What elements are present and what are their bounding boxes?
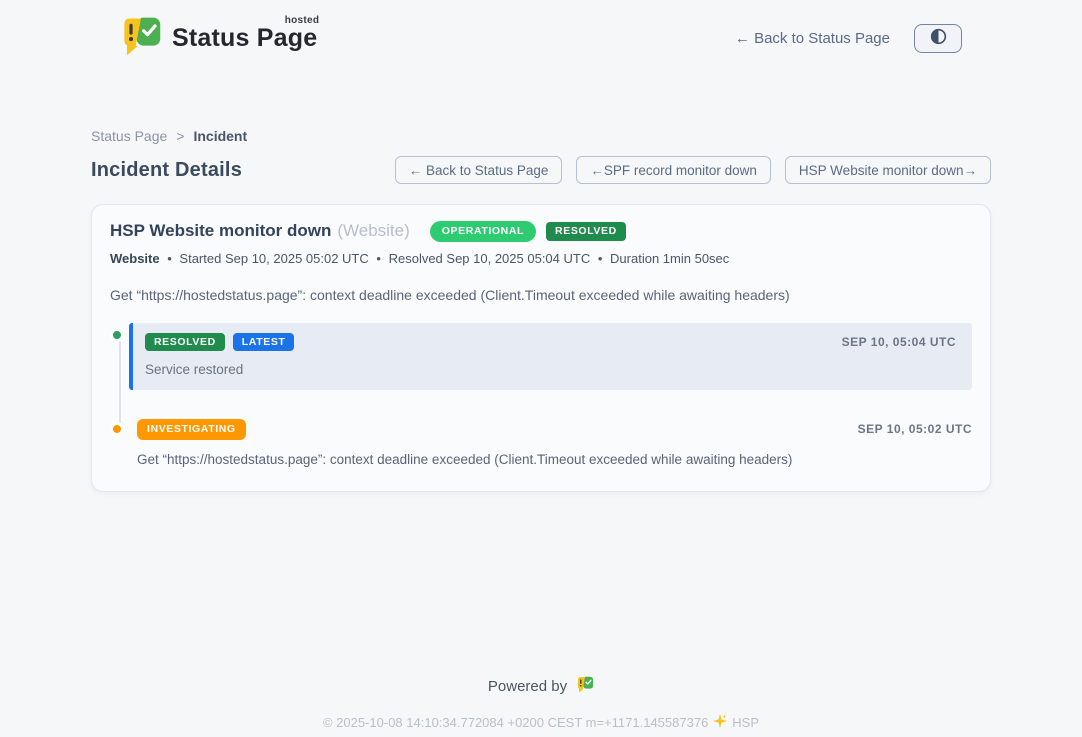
meta-started: Started Sep 10, 2025 05:02 UTC [179,251,368,266]
meta-component: Website [110,251,160,266]
orange-status-dot [110,422,124,436]
title-row: Incident Details ← Back to Status Page ←… [91,156,991,184]
header: Status Page hosted ← Back to Status Page [0,0,1082,62]
incident-meta: Website • Started Sep 10, 2025 05:02 UTC… [110,251,972,266]
sparkle-icon [713,714,727,731]
footer: Powered by © 2025-10-08 14:10:34.772084 … [0,676,1082,731]
timeline-timestamp: SEP 10, 05:04 UTC [842,335,956,349]
breadcrumb-separator: > [176,128,184,144]
half-circle-theme-icon [929,27,948,49]
timeline-entry-body: RESOLVED LATEST SEP 10, 05:04 UTC Servic… [129,323,972,391]
copyright: © 2025-10-08 14:10:34.772084 +0200 CEST … [0,714,1082,731]
next-incident-button[interactable]: HSP Website monitor down→ [785,156,991,184]
page-title: Incident Details [91,159,242,182]
status-page-mini-logo-icon[interactable] [576,676,594,697]
green-status-dot [110,328,124,342]
status-page-logo-icon [120,15,162,62]
incident-card-header: HSP Website monitor down (Website) OPERA… [110,221,972,242]
timeline-entry-resolved: RESOLVED LATEST SEP 10, 05:04 UTC Servic… [110,323,972,391]
latest-badge: LATEST [233,333,295,352]
timeline-timestamp: SEP 10, 05:02 UTC [858,422,972,436]
incident-nav-buttons: ← Back to Status Page ←SPF record monito… [395,156,991,184]
timeline-entry-header: INVESTIGATING SEP 10, 05:02 UTC [137,419,972,440]
operational-badge: OPERATIONAL [430,221,536,242]
incident-title: HSP Website monitor down [110,221,331,241]
resolved-badge: RESOLVED [145,333,225,352]
theme-toggle-button[interactable] [914,24,962,53]
timeline-entry-body: INVESTIGATING SEP 10, 05:02 UTC Get “htt… [137,417,972,467]
meta-separator: • [167,251,172,266]
powered-by: Powered by [488,676,594,697]
timeline-badges: RESOLVED LATEST [145,333,294,352]
breadcrumb-status-page[interactable]: Status Page [91,128,167,144]
status-page-logo[interactable]: Status Page hosted [120,15,317,62]
meta-separator: • [598,251,603,266]
incident-component: (Website) [337,221,409,241]
meta-duration: Duration 1min 50sec [610,251,729,266]
header-actions: ← Back to Status Page [735,24,962,53]
timeline-message: Service restored [145,362,956,377]
meta-resolved: Resolved Sep 10, 2025 05:04 UTC [389,251,591,266]
copyright-suffix: HSP [732,715,759,730]
investigating-badge: INVESTIGATING [137,419,246,440]
timeline-entry-investigating: INVESTIGATING SEP 10, 05:02 UTC Get “htt… [110,417,972,467]
resolved-badge: RESOLVED [546,222,626,241]
meta-separator: • [376,251,381,266]
breadcrumb: Status Page > Incident [91,128,991,144]
brand-tag: hosted [285,15,320,26]
powered-by-label: Powered by [488,678,567,695]
breadcrumb-incident: Incident [193,128,247,144]
incident-timeline: RESOLVED LATEST SEP 10, 05:04 UTC Servic… [110,323,972,467]
timeline-entry-header: RESOLVED LATEST SEP 10, 05:04 UTC [145,333,956,352]
copyright-text: © 2025-10-08 14:10:34.772084 +0200 CEST … [323,715,708,730]
timeline-badges: INVESTIGATING [137,419,246,440]
timeline-message: Get “https://hostedstatus.page”: context… [137,452,972,467]
header-back-link[interactable]: ← Back to Status Page [735,30,890,47]
prev-incident-button[interactable]: ←SPF record monitor down [576,156,771,184]
incident-description: Get “https://hostedstatus.page”: context… [110,287,972,303]
brand-name: Status Page hosted [172,24,317,53]
incident-card: HSP Website monitor down (Website) OPERA… [91,204,991,492]
main-content: Status Page > Incident Incident Details … [91,62,991,492]
back-to-status-page-button[interactable]: ← Back to Status Page [395,156,563,184]
